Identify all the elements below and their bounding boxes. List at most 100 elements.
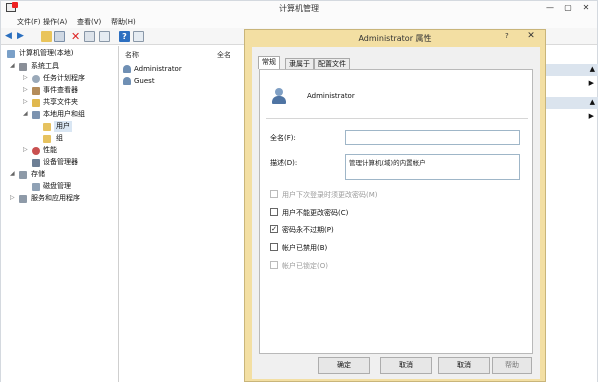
- collapse-arrow-icon[interactable]: ◢: [23, 110, 28, 117]
- folder-icon: [43, 135, 51, 143]
- checkmark-icon: ✓: [271, 225, 277, 233]
- maximize-button[interactable]: ▢: [561, 2, 575, 13]
- window-title: 计算机管理: [279, 4, 319, 13]
- menu-help[interactable]: 帮助(H): [111, 17, 136, 27]
- delete-icon[interactable]: ✕: [71, 31, 82, 42]
- up-folder-icon[interactable]: [41, 31, 52, 42]
- help-icon[interactable]: ?: [119, 31, 130, 42]
- navigation-tree: 计算机管理(本地) ◢ 系统工具 ▷ 任务计划程序 ▷ 事件查看器 ▷ 共享文件…: [1, 46, 119, 382]
- view-icon[interactable]: [133, 31, 144, 42]
- list-item[interactable]: Guest: [123, 75, 155, 87]
- fullname-field[interactable]: [345, 130, 520, 145]
- tree-disk-management[interactable]: 磁盘管理: [43, 181, 71, 192]
- tab-profile[interactable]: 配置文件: [314, 58, 350, 69]
- checkbox-label: 帐户已禁用(B): [282, 244, 328, 252]
- tools-icon: [19, 63, 27, 71]
- device-manager-icon: [32, 159, 40, 167]
- collapse-arrow-icon: ▲: [589, 65, 595, 73]
- account-disabled-checkbox[interactable]: [270, 243, 278, 251]
- help-button[interactable]: 帮助: [492, 357, 532, 374]
- tree-event-viewer[interactable]: 事件查看器: [43, 85, 78, 96]
- collapse-arrow-icon[interactable]: ◢: [10, 62, 15, 69]
- performance-icon: [32, 147, 40, 155]
- computer-icon: [7, 50, 15, 58]
- cannot-change-password-checkbox[interactable]: [270, 208, 278, 216]
- password-never-expires-checkbox[interactable]: ✓: [270, 225, 278, 233]
- expand-arrow-icon[interactable]: ▷: [23, 98, 28, 105]
- account-locked-checkbox[interactable]: [270, 261, 278, 269]
- cancel-button[interactable]: 取消: [380, 357, 432, 374]
- menu-bar: 文件(F) 操作(A) 查看(V) 帮助(H): [1, 15, 597, 28]
- checkbox-label: 用户不能更改密码(C): [282, 209, 349, 217]
- user-avatar-icon: [271, 88, 287, 104]
- checkbox-label: 帐户已锁定(O): [282, 262, 328, 270]
- shared-folder-icon: [32, 99, 40, 107]
- description-field[interactable]: 管理计算机(域)的内置帐户: [345, 154, 520, 180]
- must-change-password-checkbox[interactable]: [270, 190, 278, 198]
- tree-system-tools[interactable]: 系统工具: [31, 61, 59, 72]
- menu-view[interactable]: 查看(V): [77, 17, 101, 27]
- expand-arrow-icon[interactable]: ▷: [23, 146, 28, 153]
- forward-icon[interactable]: ▶: [17, 31, 28, 42]
- back-icon[interactable]: ◀: [5, 31, 16, 42]
- list-item-label: Guest: [134, 77, 155, 85]
- description-label: 描述(D):: [270, 159, 298, 167]
- tab-member-of[interactable]: 隶属于: [285, 58, 314, 69]
- expand-arrow-icon[interactable]: ▷: [23, 74, 28, 81]
- expand-arrow-icon[interactable]: ▷: [10, 194, 15, 201]
- storage-icon: [19, 171, 27, 179]
- tree-storage[interactable]: 存储: [31, 169, 45, 180]
- show-tree-icon[interactable]: [54, 31, 65, 42]
- collapse-arrow-icon[interactable]: ◢: [10, 170, 15, 177]
- user-list-pane: 名称 全名 Administrator Guest: [119, 46, 249, 382]
- tab-general[interactable]: 常规: [258, 56, 280, 69]
- user-name: Administrator: [307, 92, 355, 100]
- tree-task-scheduler[interactable]: 任务计划程序: [43, 73, 85, 84]
- divider: [266, 118, 528, 119]
- column-header-name[interactable]: 名称: [125, 50, 139, 60]
- user-icon: [123, 77, 131, 85]
- tree-users[interactable]: 用户: [54, 121, 72, 132]
- ok-button[interactable]: 确定: [318, 357, 370, 374]
- collapse-arrow-icon: ▲: [589, 98, 595, 106]
- folder-icon: [43, 123, 51, 131]
- close-button[interactable]: ✕: [579, 2, 593, 13]
- properties-dialog: Administrator 属性 ? ✕ 常规 隶属于 配置文件 Adminis…: [244, 29, 546, 382]
- dialog-close-button[interactable]: ✕: [521, 31, 541, 42]
- tree-performance[interactable]: 性能: [43, 145, 57, 156]
- dialog-body: 常规 隶属于 配置文件 Administrator 全名(F): 描述(D): …: [252, 47, 540, 379]
- checkbox-label: 密码永不过期(P): [282, 226, 334, 234]
- actions-header[interactable]: ▲: [542, 64, 598, 76]
- tree-shared-folders[interactable]: 共享文件夹: [43, 97, 78, 108]
- disk-icon: [32, 183, 40, 191]
- tree-root[interactable]: 计算机管理(本地): [19, 48, 73, 59]
- minimize-button[interactable]: —: [543, 2, 557, 13]
- title-bar: 计算机管理 — ▢ ✕: [1, 1, 597, 15]
- column-header-fullname[interactable]: 全名: [217, 50, 231, 60]
- menu-file[interactable]: 文件(F): [17, 17, 41, 27]
- clock-icon: [32, 75, 40, 83]
- list-item-label: Administrator: [134, 65, 182, 73]
- more-actions-arrow-icon[interactable]: ▶: [589, 79, 594, 87]
- expand-arrow-icon[interactable]: ▷: [23, 86, 28, 93]
- general-tab-panel: Administrator 全名(F): 描述(D): 管理计算机(域)的内置帐…: [259, 69, 533, 354]
- actions-header[interactable]: ▲: [542, 97, 598, 109]
- more-actions-arrow-icon[interactable]: ▶: [589, 112, 594, 120]
- properties-icon[interactable]: [84, 31, 95, 42]
- services-icon: [19, 195, 27, 203]
- users-groups-icon: [32, 111, 40, 119]
- dialog-help-button[interactable]: ?: [505, 32, 509, 40]
- event-log-icon: [32, 87, 40, 95]
- apply-button[interactable]: 取消: [438, 357, 490, 374]
- tree-device-manager[interactable]: 设备管理器: [43, 157, 78, 168]
- checkbox-label: 用户下次登录时须更改密码(M): [282, 191, 378, 199]
- user-icon: [123, 65, 131, 73]
- menu-action[interactable]: 操作(A): [43, 17, 67, 27]
- dialog-title: Administrator 属性: [358, 34, 432, 43]
- list-item[interactable]: Administrator: [123, 63, 182, 75]
- actions-pane: ▲ ▶ ▲ ▶: [541, 46, 598, 382]
- tree-local-users-groups[interactable]: 本地用户和组: [43, 109, 85, 120]
- tree-groups[interactable]: 组: [56, 133, 63, 144]
- tree-services-apps[interactable]: 服务和应用程序: [31, 193, 80, 204]
- export-list-icon[interactable]: [99, 31, 110, 42]
